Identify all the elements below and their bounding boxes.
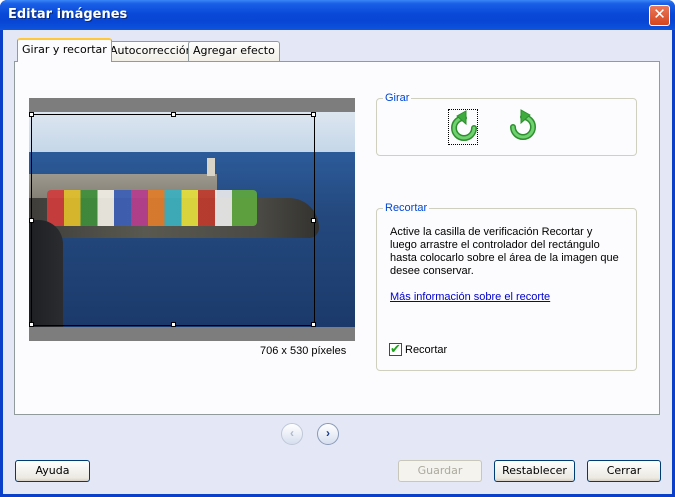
- tab-autocorrect-label: Autocorrección: [110, 44, 193, 57]
- close-icon: ✕: [653, 6, 666, 23]
- previous-image-button[interactable]: ‹: [281, 423, 303, 445]
- title-bar[interactable]: Editar imágenes ✕: [0, 0, 675, 30]
- crop-handle-bottom[interactable]: [171, 322, 176, 327]
- crop-checkbox-label[interactable]: Recortar: [405, 344, 447, 356]
- chevron-right-icon: ›: [326, 426, 330, 440]
- close-window-button[interactable]: ✕: [649, 5, 670, 26]
- tab-add-effect-label: Agregar efecto: [193, 44, 275, 57]
- tab-add-effect[interactable]: Agregar efecto: [188, 41, 280, 61]
- dialog-client-area: Girar y recortar Autocorrección Agregar …: [3, 30, 672, 494]
- crop-handle-bottom-right[interactable]: [311, 322, 316, 327]
- crop-handle-bottom-left[interactable]: [29, 322, 34, 327]
- help-button[interactable]: Ayuda: [15, 460, 90, 482]
- tab-panel-rotate-crop: 706 x 530 píxeles Girar Recortar Active …: [14, 61, 660, 415]
- rotate-right-button[interactable]: [508, 109, 538, 145]
- rotate-group-title: Girar: [383, 92, 412, 104]
- rotate-left-icon: [451, 110, 477, 141]
- rotate-right-icon: [510, 109, 536, 140]
- tab-rotate-crop[interactable]: Girar y recortar: [17, 38, 112, 62]
- rotate-group: Girar: [376, 92, 637, 156]
- crop-handle-top-left[interactable]: [29, 112, 34, 117]
- crop-handle-top-right[interactable]: [311, 112, 316, 117]
- crop-rectangle[interactable]: [29, 112, 316, 327]
- crop-description: Active la casilla de verificación Recort…: [390, 226, 619, 277]
- crop-group: Recortar Active la casilla de verificaci…: [376, 202, 637, 371]
- crop-checkbox[interactable]: ✔: [389, 341, 402, 356]
- checkmark-icon: ✔: [390, 341, 401, 356]
- image-size-label: 706 x 530 píxeles: [260, 345, 347, 357]
- crop-handle-left[interactable]: [29, 218, 34, 223]
- rotate-left-button[interactable]: [448, 109, 478, 145]
- tab-rotate-crop-label: Girar y recortar: [22, 43, 107, 56]
- window-title: Editar imágenes: [8, 7, 128, 22]
- crop-handle-top[interactable]: [171, 112, 176, 117]
- crop-handle-right[interactable]: [311, 218, 316, 223]
- reset-button[interactable]: Restablecer: [494, 460, 575, 482]
- next-image-button[interactable]: ›: [317, 423, 339, 445]
- crop-group-title: Recortar: [383, 202, 430, 214]
- save-button[interactable]: Guardar: [398, 460, 482, 482]
- chevron-left-icon: ‹: [290, 426, 294, 440]
- close-button[interactable]: Cerrar: [587, 460, 661, 482]
- edit-images-window: Editar imágenes ✕ Girar y recortar Autoc…: [0, 0, 675, 497]
- crop-more-info-link[interactable]: Más información sobre el recorte: [390, 291, 550, 303]
- image-preview[interactable]: [29, 98, 355, 341]
- tab-autocorrect[interactable]: Autocorrección: [105, 41, 198, 61]
